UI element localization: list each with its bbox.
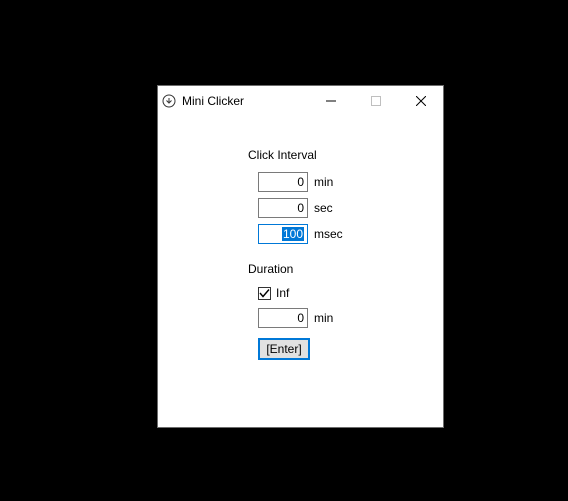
app-icon (158, 86, 180, 116)
duration-min-row: 0 min (248, 308, 443, 328)
interval-msec-row: 100 msec (248, 224, 443, 244)
interval-msec-input[interactable]: 100 (258, 224, 308, 244)
titlebar[interactable]: Mini Clicker (158, 86, 443, 116)
window-title: Mini Clicker (180, 94, 308, 108)
interval-min-unit: min (314, 175, 333, 189)
enter-button[interactable]: [Enter] (258, 338, 310, 360)
duration-label: Duration (248, 262, 443, 276)
duration-min-unit: min (314, 311, 333, 325)
maximize-button[interactable] (353, 86, 398, 116)
content-area: Click Interval 0 min 0 sec 100 msec Dura… (158, 116, 443, 360)
duration-inf-row: Inf (248, 286, 443, 300)
duration-min-input[interactable]: 0 (258, 308, 308, 328)
interval-min-row: 0 min (248, 172, 443, 192)
click-interval-label: Click Interval (248, 148, 443, 162)
minimize-button[interactable] (308, 86, 353, 116)
interval-sec-input[interactable]: 0 (258, 198, 308, 218)
close-button[interactable] (398, 86, 443, 116)
window-controls (308, 86, 443, 116)
interval-min-input[interactable]: 0 (258, 172, 308, 192)
interval-sec-row: 0 sec (248, 198, 443, 218)
interval-sec-unit: sec (314, 201, 333, 215)
interval-msec-unit: msec (314, 227, 343, 241)
duration-inf-checkbox[interactable] (258, 287, 271, 300)
app-window: Mini Clicker Click Interval 0 min 0 sec … (157, 85, 444, 428)
duration-inf-label: Inf (276, 286, 289, 300)
